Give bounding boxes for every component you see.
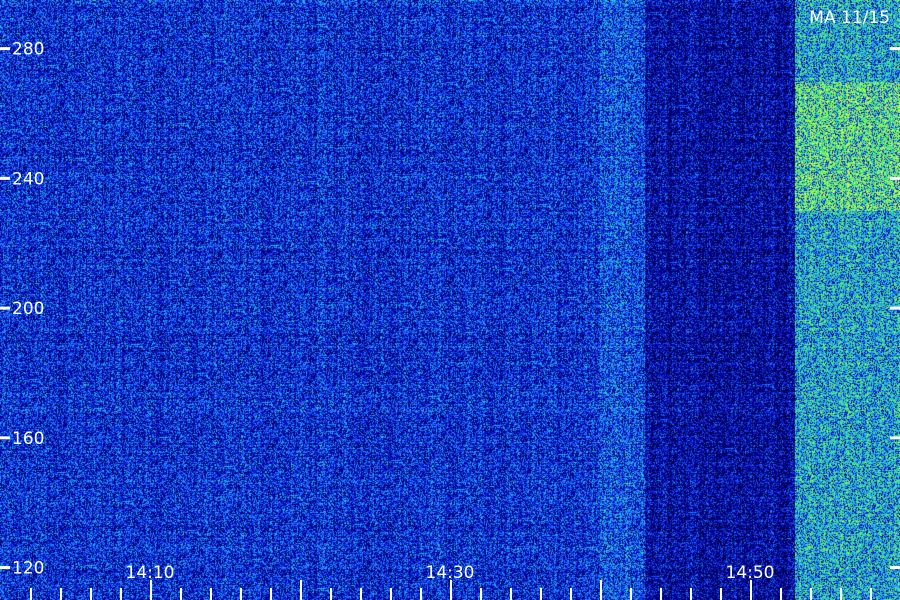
x-axis: 14:10 14:30 14:50 bbox=[30, 563, 872, 600]
y-tick-label-160: 160 bbox=[12, 429, 44, 449]
x-tick-label-14:10: 14:10 bbox=[126, 563, 175, 583]
y-tick-label-240: 240 bbox=[12, 169, 44, 189]
x-tick-label-14:50: 14:50 bbox=[726, 563, 775, 583]
y-axis-left: 280 240 200 160 120 bbox=[0, 40, 44, 579]
x-tick-label-14:30: 14:30 bbox=[426, 563, 475, 583]
spectrogram-chart: MA 11/15 280 240 200 160 120 14:10 14:30 14:50 bbox=[0, 8, 900, 600]
chart-title: MA 11/15 bbox=[809, 8, 890, 28]
y-tick-label-120: 120 bbox=[12, 559, 44, 579]
y-axis-right bbox=[890, 47, 900, 570]
y-tick-label-200: 200 bbox=[12, 299, 44, 319]
y-tick-label-280: 280 bbox=[12, 40, 44, 60]
